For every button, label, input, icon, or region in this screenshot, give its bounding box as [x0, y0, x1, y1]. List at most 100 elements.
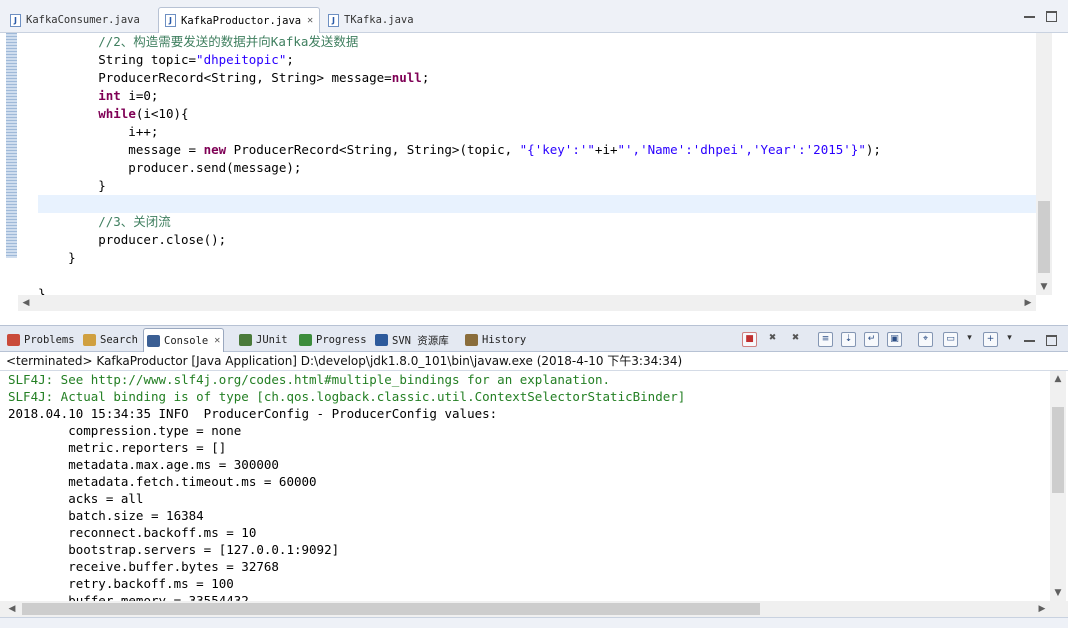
- scroll-up-icon[interactable]: ▲: [1050, 371, 1066, 387]
- clear-console-icon[interactable]: ≡: [818, 332, 833, 347]
- scroll-lock-icon[interactable]: ⇣: [841, 332, 856, 347]
- console-line: batch.size = 16384: [8, 508, 204, 523]
- code-line[interactable]: String topic="dhpeitopic";: [38, 51, 1036, 69]
- console-vertical-scrollbar[interactable]: ▲ ▼: [1050, 371, 1066, 601]
- display-console-icon[interactable]: ▭: [943, 332, 958, 347]
- keyword-token: new: [203, 142, 227, 157]
- code-line[interactable]: //2、构造需要发送的数据并向Kafka发送数据: [38, 33, 1036, 51]
- tab-search[interactable]: Search: [80, 329, 141, 351]
- keyword-token: null: [391, 70, 422, 85]
- comment-token: //2、构造需要发送的数据并向Kafka发送数据: [98, 34, 359, 49]
- tab-label: Search: [100, 334, 138, 346]
- console-scroll-thumb[interactable]: [1052, 407, 1064, 493]
- code-line[interactable]: ProducerRecord<String, String> message=n…: [38, 69, 1036, 87]
- close-tab-icon[interactable]: ✕: [307, 15, 313, 26]
- code-line[interactable]: }: [38, 285, 1036, 295]
- views-tab-bar: Problems Search Console ✕ JUnit Progress SVN 资…: [0, 325, 1068, 352]
- editor-tab-bar: J KafkaConsumer.java J KafkaProductor.ja…: [0, 0, 1068, 33]
- code-area[interactable]: //2、构造需要发送的数据并向Kafka发送数据 String topic="d…: [38, 33, 1036, 295]
- console-output[interactable]: SLF4J: See http://www.slf4j.org/codes.ht…: [0, 371, 1050, 601]
- code-line[interactable]: message = new ProducerRecord<String, Str…: [38, 141, 1036, 159]
- tab-label: JUnit: [256, 334, 288, 346]
- code-line[interactable]: }: [38, 177, 1036, 195]
- code-token: i++;: [38, 124, 159, 139]
- code-line[interactable]: //3、关闭流: [38, 213, 1036, 231]
- terminate-icon[interactable]: ■: [742, 332, 757, 347]
- code-line[interactable]: producer.close();: [38, 231, 1036, 249]
- java-file-icon: J: [328, 13, 339, 27]
- current-code-line[interactable]: [38, 195, 1036, 213]
- scroll-left-icon[interactable]: ◀: [18, 295, 34, 311]
- tab-svn[interactable]: SVN 资源库: [372, 329, 452, 351]
- console-line: SLF4J: Actual binding is of type [ch.qos…: [8, 389, 686, 404]
- code-token: ProducerRecord<String, String> message=: [38, 70, 392, 85]
- svn-icon: [375, 334, 388, 346]
- tab-history[interactable]: History: [462, 329, 529, 351]
- console-line: acks = all: [8, 491, 144, 506]
- code-line[interactable]: i++;: [38, 123, 1036, 141]
- keyword-token: while: [98, 106, 136, 121]
- code-token: }: [38, 250, 76, 265]
- code-line[interactable]: int i=0;: [38, 87, 1036, 105]
- code-line[interactable]: [38, 267, 1036, 285]
- console-horizontal-scrollbar[interactable]: ◀ ▶: [0, 601, 1068, 617]
- pin-console-icon[interactable]: ⌖: [918, 332, 933, 347]
- tab-label: Problems: [24, 334, 75, 346]
- tab-kafka-consumer[interactable]: J KafkaConsumer.java: [4, 7, 146, 33]
- code-token: ;: [421, 70, 430, 85]
- code-editor[interactable]: //2、构造需要发送的数据并向Kafka发送数据 String topic="d…: [0, 33, 1068, 311]
- tab-tkafka[interactable]: J TKafka.java: [322, 7, 420, 33]
- console-line: compression.type = none: [8, 423, 242, 438]
- console-line: reconnect.backoff.ms = 10: [8, 525, 257, 540]
- tab-progress[interactable]: Progress: [296, 329, 370, 351]
- tab-kafka-productor[interactable]: J KafkaProductor.java ✕: [158, 7, 321, 33]
- editor-scroll-thumb[interactable]: [1038, 201, 1050, 273]
- progress-icon: [299, 334, 312, 346]
- open-console-icon[interactable]: +: [983, 332, 998, 347]
- scroll-right-icon[interactable]: ▶: [1034, 601, 1050, 617]
- minimize-view-icon[interactable]: [1024, 335, 1035, 342]
- console-line: metadata.max.age.ms = 300000: [8, 457, 279, 472]
- scroll-left-icon[interactable]: ◀: [4, 601, 20, 617]
- scroll-down-icon[interactable]: ▼: [1050, 585, 1066, 601]
- word-wrap-icon[interactable]: ↵: [864, 332, 879, 347]
- console-line: SLF4J: See http://www.slf4j.org/codes.ht…: [8, 372, 611, 387]
- editor-vertical-scrollbar[interactable]: ▼: [1036, 33, 1052, 295]
- change-ruler: [6, 33, 17, 258]
- tab-label: History: [482, 334, 527, 346]
- string-token: "','Name':'dhpei','Year':'2015'}": [617, 142, 866, 157]
- scroll-down-icon[interactable]: ▼: [1036, 279, 1052, 295]
- java-file-icon: J: [165, 14, 176, 27]
- code-token: );: [865, 142, 881, 157]
- tab-label: KafkaProductor.java: [181, 14, 302, 27]
- display-console-dropdown-icon[interactable]: ▾: [962, 332, 977, 347]
- maximize-editor-icon[interactable]: [1046, 11, 1057, 22]
- remove-all-terminated-icon[interactable]: ✖: [788, 332, 803, 347]
- console-process-label: <terminated> KafkaProductor [Java Applic…: [0, 352, 1068, 371]
- open-console-dropdown-icon[interactable]: ▾: [1002, 332, 1017, 347]
- code-token: message =: [38, 142, 204, 157]
- minimize-editor-icon[interactable]: [1024, 11, 1035, 18]
- console-hscroll-thumb[interactable]: [22, 603, 760, 615]
- show-console-icon[interactable]: ▣: [887, 332, 902, 347]
- tab-console[interactable]: Console ✕: [143, 328, 225, 352]
- console-line: bootstrap.servers = [127.0.0.1:9092]: [8, 542, 340, 557]
- code-line[interactable]: }: [38, 249, 1036, 267]
- code-line[interactable]: while(i<10){: [38, 105, 1036, 123]
- console-line: receive.buffer.bytes = 32768: [8, 559, 279, 574]
- tab-label: TKafka.java: [344, 14, 414, 26]
- history-icon: [465, 334, 478, 346]
- keyword-token: int: [98, 88, 121, 103]
- code-line[interactable]: producer.send(message);: [38, 159, 1036, 177]
- maximize-view-icon[interactable]: [1046, 335, 1057, 346]
- tab-problems[interactable]: Problems: [4, 329, 78, 351]
- close-tab-icon[interactable]: ✕: [214, 335, 220, 346]
- editor-horizontal-scrollbar[interactable]: ◀ ▶: [18, 295, 1036, 311]
- scroll-right-icon[interactable]: ▶: [1020, 295, 1036, 311]
- tab-junit[interactable]: JUnit: [236, 329, 291, 351]
- code-token: (i<10){: [135, 106, 189, 121]
- remove-launch-icon[interactable]: ✖: [765, 332, 780, 347]
